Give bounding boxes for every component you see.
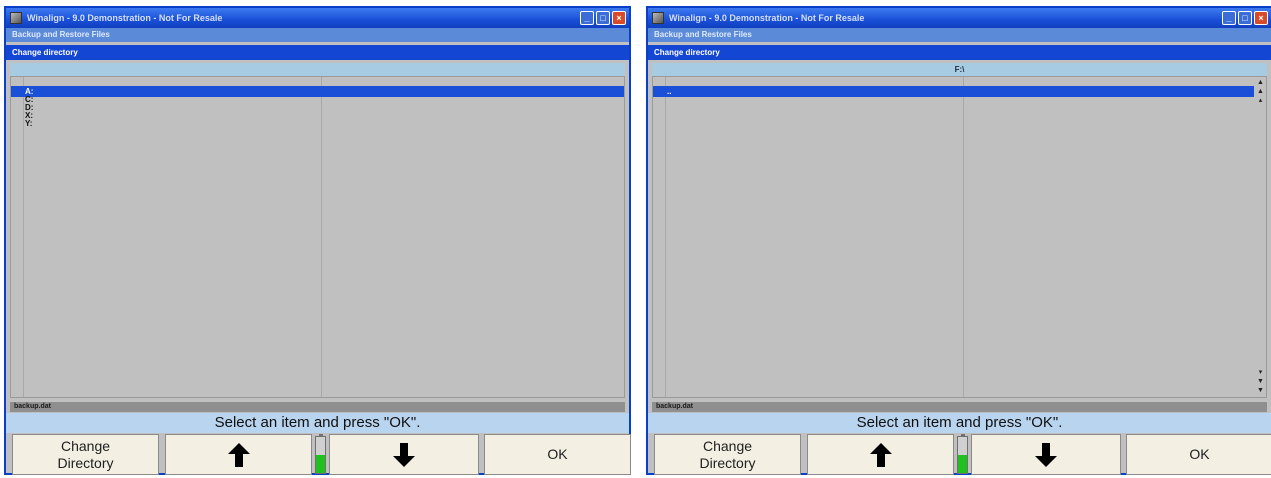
status-message: Select an item and press "OK".: [6, 413, 629, 433]
ok-label: OK: [547, 446, 568, 462]
ok-button[interactable]: OK: [1126, 434, 1271, 475]
app-window-right: Winalign - 9.0 Demonstration - Not For R…: [646, 6, 1271, 475]
change-directory-button[interactable]: Change Directory: [12, 434, 159, 475]
maximize-icon[interactable]: □: [1238, 11, 1252, 25]
arrow-up-icon: [869, 442, 892, 467]
up-button[interactable]: [807, 434, 954, 475]
down-button[interactable]: [329, 434, 479, 475]
list-item-label: Y:: [25, 119, 33, 128]
scroll-bottom-icon[interactable]: ▼: [1256, 387, 1265, 395]
filename-field: backup.dat: [652, 402, 1267, 412]
directory-list[interactable]: .. ▲ ▲ ▴ ▾ ▼ ▼: [652, 76, 1267, 398]
scroll-down-icon[interactable]: ▾: [1256, 369, 1265, 377]
battery-level: [316, 455, 325, 473]
function-buttons: Change Directory OK: [648, 434, 1271, 475]
list-item-selected[interactable]: ..: [653, 86, 1254, 97]
change-directory-label: Change Directory: [699, 437, 756, 471]
column-header: F:\: [652, 63, 1267, 76]
minimize-icon[interactable]: _: [580, 11, 594, 25]
change-directory-label: Change Directory: [57, 437, 114, 471]
panel-header: Change directory: [648, 45, 1271, 60]
window-controls: _ □ ×: [580, 11, 626, 25]
down-button[interactable]: [971, 434, 1121, 475]
up-button[interactable]: [165, 434, 312, 475]
close-icon[interactable]: ×: [1254, 11, 1268, 25]
ok-button[interactable]: OK: [484, 434, 631, 475]
list-item-label: ..: [667, 87, 672, 96]
change-directory-button[interactable]: Change Directory: [654, 434, 801, 475]
ok-label: OK: [1189, 446, 1210, 462]
battery-icon: [315, 434, 326, 474]
minimize-icon[interactable]: _: [1222, 11, 1236, 25]
battery-level: [958, 455, 967, 473]
app-icon: [10, 12, 22, 24]
screen-subtitle: Backup and Restore Files: [6, 28, 629, 42]
battery-icon: [957, 434, 968, 474]
column-divider: [963, 77, 964, 397]
screen-subtitle: Backup and Restore Files: [648, 28, 1271, 42]
scroll-up-icon[interactable]: ▴: [1256, 97, 1265, 105]
column-header: [10, 63, 625, 76]
scrollbar[interactable]: ▲ ▲ ▴ ▾ ▼ ▼: [1256, 79, 1265, 395]
battery-cap: [319, 434, 323, 437]
arrow-down-icon: [393, 442, 415, 467]
panel-header: Change directory: [6, 45, 629, 60]
scroll-top-icon[interactable]: ▲: [1256, 79, 1265, 87]
battery-cap: [961, 434, 965, 437]
window-title: Winalign - 9.0 Demonstration - Not For R…: [27, 13, 223, 23]
scroll-page-down-icon[interactable]: ▼: [1256, 378, 1265, 386]
window-controls: _ □ ×: [1222, 11, 1268, 25]
title-bar: Winalign - 9.0 Demonstration - Not For R…: [648, 8, 1271, 28]
list-item[interactable]: Y:: [11, 118, 624, 129]
arrow-down-icon: [1035, 442, 1057, 467]
app-window-left: Winalign - 9.0 Demonstration - Not For R…: [4, 6, 631, 475]
arrow-up-icon: [227, 442, 250, 467]
close-icon[interactable]: ×: [612, 11, 626, 25]
window-title: Winalign - 9.0 Demonstration - Not For R…: [669, 13, 865, 23]
filename-field: backup.dat: [10, 402, 625, 412]
status-message: Select an item and press "OK".: [648, 413, 1271, 433]
maximize-icon[interactable]: □: [596, 11, 610, 25]
title-bar: Winalign - 9.0 Demonstration - Not For R…: [6, 8, 629, 28]
directory-list[interactable]: A: C: D: X: Y:: [10, 76, 625, 398]
function-buttons: Change Directory OK: [6, 434, 631, 475]
app-icon: [652, 12, 664, 24]
column-divider: [665, 77, 666, 397]
scroll-page-up-icon[interactable]: ▲: [1256, 88, 1265, 96]
